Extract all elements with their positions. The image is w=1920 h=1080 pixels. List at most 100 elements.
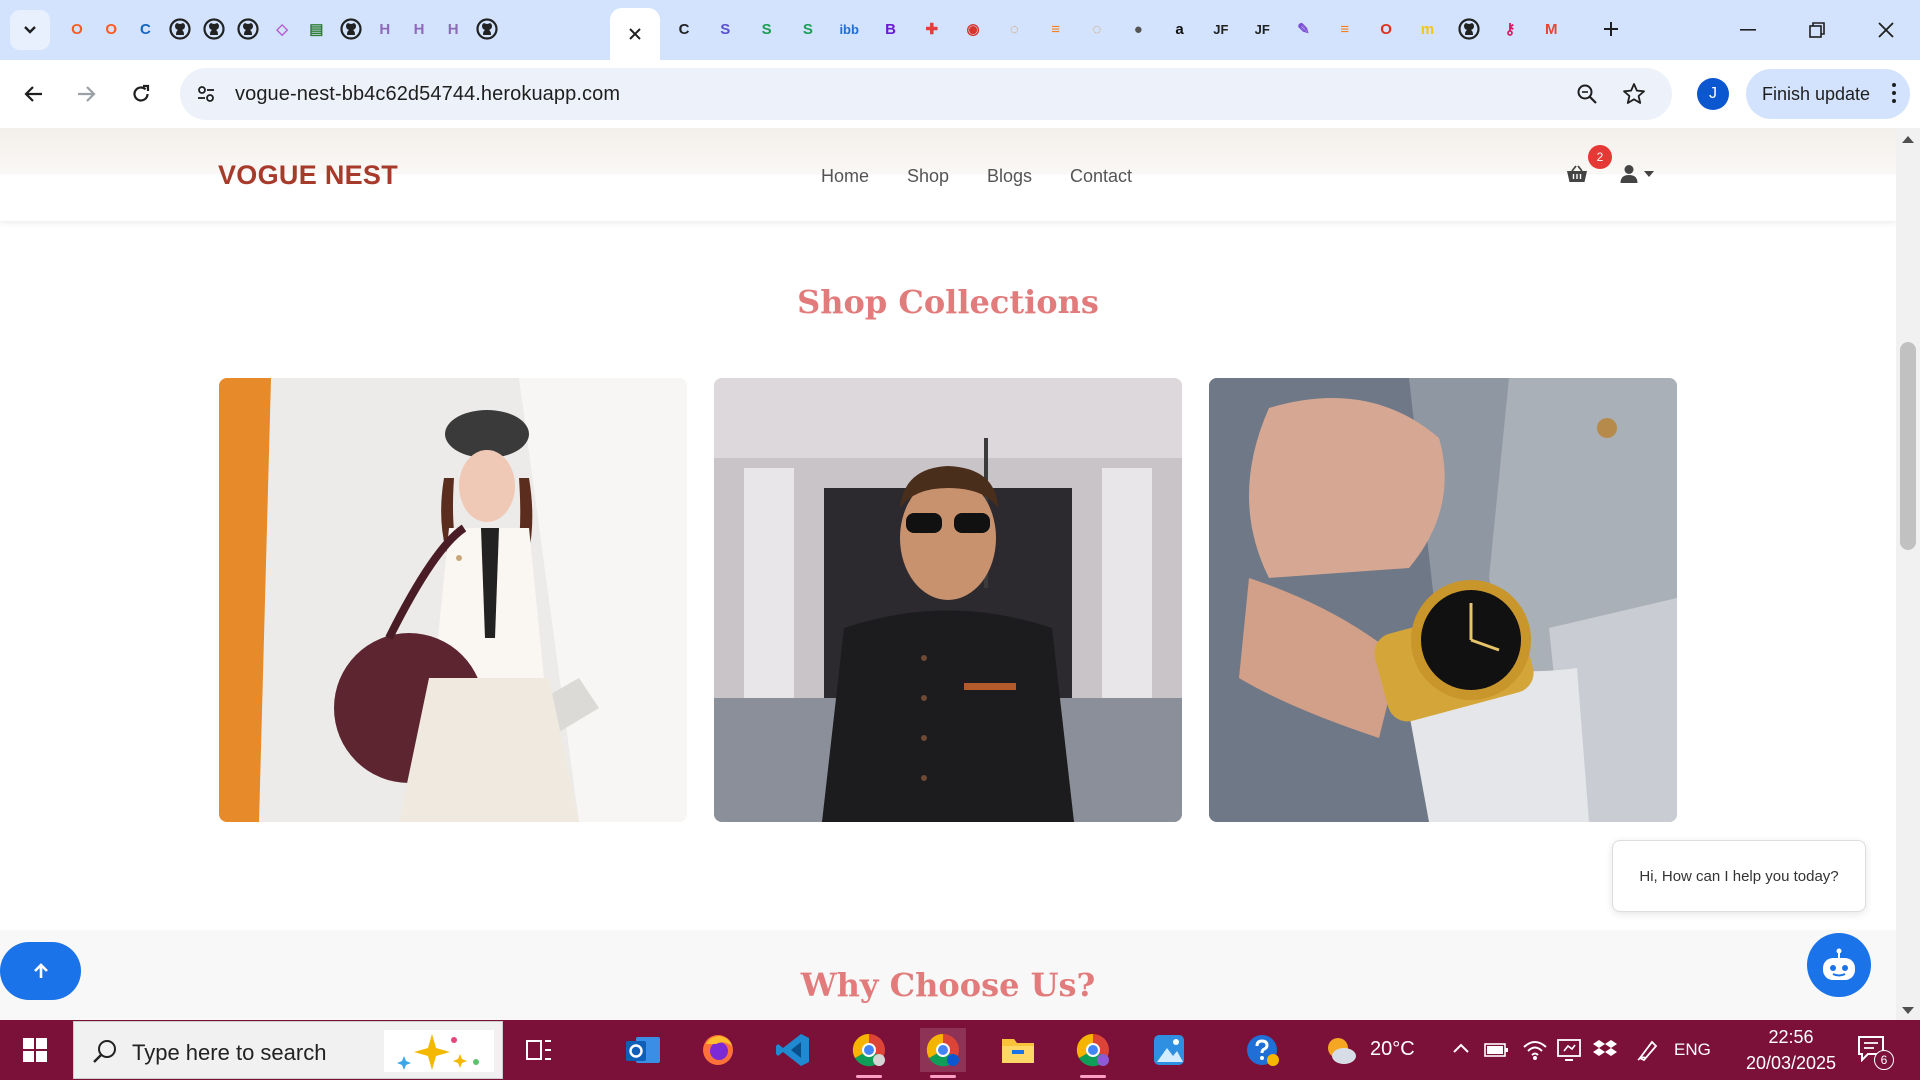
wifi-icon[interactable] bbox=[1522, 1039, 1548, 1061]
tab-search-button[interactable] bbox=[10, 10, 50, 50]
cube-tab-favicon[interactable]: ◇ bbox=[269, 16, 295, 42]
key-tab-favicon[interactable]: ⚷ bbox=[1497, 16, 1523, 42]
weather-temperature[interactable]: 20°C bbox=[1370, 1038, 1415, 1061]
chrome-app-1[interactable] bbox=[846, 1028, 892, 1078]
chat-greeting-text: Hi, How can I help you today? bbox=[1639, 867, 1839, 885]
github-tab-1-favicon[interactable] bbox=[167, 16, 193, 42]
profile-avatar[interactable]: J bbox=[1697, 78, 1729, 110]
chevron-up-icon[interactable] bbox=[1452, 1042, 1470, 1054]
notification-center-button[interactable]: 6 bbox=[1856, 1034, 1896, 1070]
scroll-down-arrow-icon[interactable] bbox=[1902, 1007, 1914, 1014]
heroku-tab-3-favicon[interactable]: H bbox=[440, 16, 466, 42]
nav-home[interactable]: Home bbox=[821, 166, 869, 187]
pen-ink-icon[interactable] bbox=[1636, 1038, 1660, 1062]
photos-app[interactable] bbox=[1146, 1028, 1192, 1072]
record-tab-favicon[interactable]: ◉ bbox=[960, 16, 986, 42]
nav-blogs[interactable]: Blogs bbox=[987, 166, 1032, 187]
brand-logo[interactable]: VOGUE NEST bbox=[218, 160, 398, 191]
chrome-app-3[interactable] bbox=[1070, 1028, 1116, 1078]
start-button[interactable] bbox=[0, 1020, 70, 1080]
github-tab-5-favicon[interactable] bbox=[474, 16, 500, 42]
s-tab-2-favicon[interactable]: S bbox=[754, 16, 780, 42]
language-indicator[interactable]: ENG bbox=[1674, 1040, 1711, 1060]
search-icon bbox=[93, 1040, 116, 1063]
firefox-app[interactable] bbox=[695, 1028, 741, 1072]
file-explorer-app[interactable] bbox=[995, 1028, 1041, 1072]
jf-tab-2-favicon[interactable]: JF bbox=[1249, 16, 1275, 42]
opera-tab-favicon[interactable]: O bbox=[64, 16, 90, 42]
back-button[interactable] bbox=[14, 74, 54, 114]
site-settings-icon[interactable] bbox=[196, 84, 216, 104]
s-tab-3-favicon[interactable]: S bbox=[795, 16, 821, 42]
github-tab-2-favicon[interactable] bbox=[201, 16, 227, 42]
minimize-button[interactable] bbox=[1728, 12, 1768, 48]
display-icon[interactable] bbox=[1556, 1038, 1582, 1062]
chrome-app-2[interactable] bbox=[920, 1028, 966, 1078]
clock[interactable]: 22:56 20/03/2025 bbox=[1736, 1024, 1846, 1076]
restore-button[interactable] bbox=[1797, 12, 1837, 48]
stack-tab-1-favicon[interactable]: ≡ bbox=[1043, 16, 1069, 42]
task-view-button[interactable] bbox=[516, 1028, 562, 1072]
amazon-tab-favicon[interactable]: a bbox=[1167, 16, 1193, 42]
github-tab-6-favicon[interactable] bbox=[1456, 16, 1482, 42]
tab-strip: O O C ◇ ▤ H H H C S S Sibb B ✚ ◉ ◌ ≡ ◌ ● a JF JF ✎ ≡ Om ⚷ M bbox=[0, 0, 1920, 60]
close-window-button[interactable] bbox=[1866, 12, 1906, 48]
collection-card-accessories[interactable] bbox=[1209, 378, 1677, 822]
opera-tab-2-favicon[interactable]: O bbox=[98, 16, 124, 42]
chatbot-button[interactable] bbox=[1807, 933, 1871, 997]
scrollbar-thumb[interactable] bbox=[1900, 342, 1916, 550]
puzzle-tab-favicon[interactable]: ✚ bbox=[919, 16, 945, 42]
swirl-tab-2-favicon[interactable]: ◌ bbox=[1084, 16, 1110, 42]
github-tab-4-favicon[interactable] bbox=[338, 16, 364, 42]
collection-card-men[interactable] bbox=[714, 378, 1182, 822]
taskbar-search-box[interactable]: Type here to search bbox=[73, 1021, 503, 1079]
scroll-to-top-button[interactable] bbox=[0, 942, 81, 1000]
swirl-tab-1-favicon[interactable]: ◌ bbox=[1001, 16, 1027, 42]
ibb-tab-favicon[interactable]: ibb bbox=[836, 16, 862, 42]
url-text[interactable]: vogue-nest-bb4c62d54744.herokuapp.com bbox=[235, 83, 620, 106]
b-tab-favicon[interactable]: B bbox=[878, 16, 904, 42]
site-header: VOGUE NEST Home Shop Blogs Contact 2 bbox=[0, 128, 1896, 221]
heroku-tab-1-favicon[interactable]: H bbox=[372, 16, 398, 42]
address-bar[interactable]: vogue-nest-bb4c62d54744.herokuapp.com bbox=[180, 68, 1672, 120]
why-choose-us-section: Why Choose Us? bbox=[0, 930, 1896, 1020]
zoom-icon[interactable] bbox=[1576, 83, 1598, 105]
active-tab[interactable] bbox=[610, 8, 660, 60]
battery-icon[interactable] bbox=[1484, 1040, 1510, 1060]
outlook-app[interactable] bbox=[620, 1028, 666, 1072]
chromium-tab-favicon[interactable]: C bbox=[132, 16, 158, 42]
stack-tab-2-favicon[interactable]: ≡ bbox=[1332, 16, 1358, 42]
gmail-tab-favicon[interactable]: M bbox=[1538, 16, 1564, 42]
scroll-up-arrow-icon[interactable] bbox=[1902, 136, 1914, 143]
heroku-tab-2-favicon[interactable]: H bbox=[406, 16, 432, 42]
close-icon[interactable] bbox=[628, 27, 642, 41]
bookmark-star-icon[interactable] bbox=[1622, 82, 1646, 106]
s-tab-1-favicon[interactable]: S bbox=[712, 16, 738, 42]
weather-cloud-sun-icon[interactable] bbox=[1322, 1034, 1358, 1066]
finish-update-button[interactable]: Finish update bbox=[1746, 69, 1910, 119]
github-icon bbox=[168, 18, 191, 40]
c-tab-favicon[interactable]: C bbox=[671, 16, 697, 42]
collection-card-women[interactable] bbox=[219, 378, 687, 822]
miro-tab-favicon[interactable]: m bbox=[1414, 16, 1440, 42]
firefox-icon bbox=[703, 1035, 733, 1065]
reload-button[interactable] bbox=[121, 74, 161, 114]
user-menu[interactable] bbox=[1620, 164, 1654, 184]
help-app[interactable] bbox=[1240, 1028, 1286, 1072]
dropbox-icon[interactable] bbox=[1592, 1038, 1618, 1062]
globe-tab-favicon[interactable]: ● bbox=[1125, 16, 1151, 42]
jf-tab-1-favicon[interactable]: JF bbox=[1208, 16, 1234, 42]
vscode-app[interactable] bbox=[770, 1028, 816, 1072]
nav-contact[interactable]: Contact bbox=[1070, 166, 1132, 187]
sheet-tab-favicon[interactable]: ▤ bbox=[303, 16, 329, 42]
opera-tab-3-favicon[interactable]: O bbox=[1373, 16, 1399, 42]
vscode-icon bbox=[776, 1034, 809, 1066]
new-tab-button[interactable] bbox=[1598, 16, 1624, 42]
forward-button[interactable] bbox=[66, 74, 106, 114]
pen-tab-favicon[interactable]: ✎ bbox=[1291, 16, 1317, 42]
github-tab-3-favicon[interactable] bbox=[235, 16, 261, 42]
nav-shop[interactable]: Shop bbox=[907, 166, 949, 187]
page-scrollbar[interactable] bbox=[1896, 128, 1920, 1020]
copilot-sparkle-icon[interactable] bbox=[384, 1030, 494, 1072]
cart-icon[interactable] bbox=[1566, 165, 1588, 183]
